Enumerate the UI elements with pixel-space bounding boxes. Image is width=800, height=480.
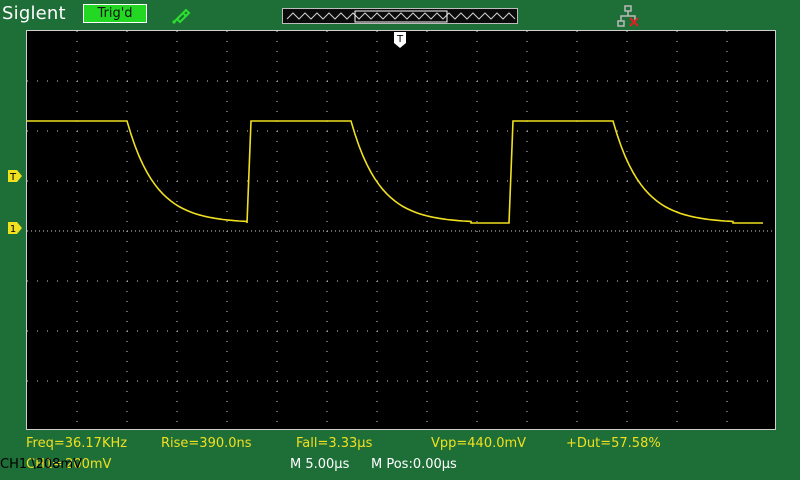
trigger-position-marker[interactable]: T bbox=[393, 31, 407, 49]
waveform-svg bbox=[27, 31, 777, 431]
ch1-ground-marker-label: 1 bbox=[10, 224, 16, 234]
brand-label: Siglent bbox=[2, 3, 66, 24]
measurement-duty-cycle: +Dut=57.58% bbox=[566, 436, 661, 451]
horizontal-position[interactable]: M Pos:0.00µs bbox=[371, 457, 457, 472]
trigger-position-marker-label: T bbox=[396, 34, 404, 45]
waveform-display[interactable] bbox=[26, 30, 777, 431]
ch1-trace bbox=[27, 120, 763, 224]
measurement-vpp: Vpp=440.0mV bbox=[431, 436, 527, 451]
trigger-status-badge: Trig'd bbox=[83, 4, 147, 23]
trigger-level-readout[interactable]: CH1 \208mV bbox=[0, 457, 82, 472]
trigger-level-marker-label: T bbox=[9, 172, 17, 182]
measurement-frequency: Freq=36.17KHz bbox=[26, 436, 128, 451]
trigger-level-marker[interactable]: T bbox=[8, 170, 22, 182]
horizontal-timebase[interactable]: M 5.00µs bbox=[290, 457, 349, 472]
ch1-ground-marker[interactable]: 1 bbox=[8, 222, 22, 234]
graticule bbox=[27, 31, 777, 431]
memory-depth-indicator[interactable] bbox=[282, 8, 518, 24]
probe-icon[interactable] bbox=[170, 4, 192, 26]
network-disconnected-icon bbox=[617, 5, 639, 27]
measurement-fall-time: Fall=3.33µs bbox=[296, 436, 373, 451]
measurement-rise-time: Rise=390.0ns bbox=[161, 436, 252, 451]
